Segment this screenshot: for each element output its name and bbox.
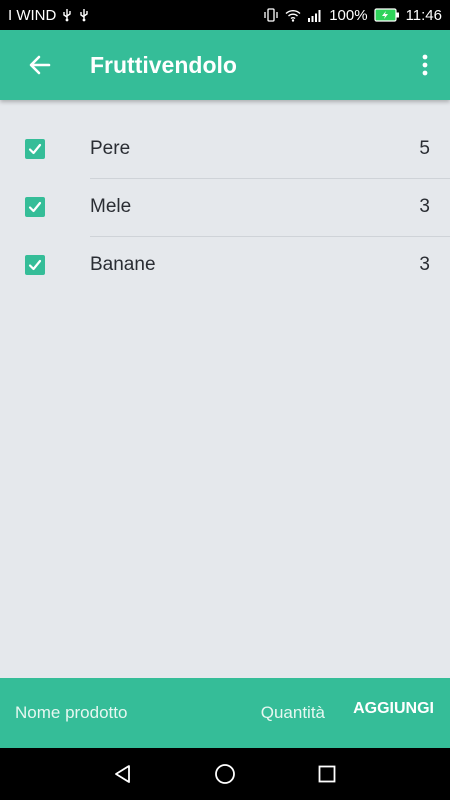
item-name: Pere	[90, 138, 131, 159]
battery-charging-icon	[373, 8, 399, 22]
battery-percent: 100%	[329, 6, 368, 24]
item-checkbox[interactable]	[25, 139, 45, 159]
usb-icon	[63, 9, 72, 22]
status-left: I WIND	[8, 7, 90, 24]
page-title: Fruttivendolo	[90, 51, 237, 78]
item-quantity: 3	[419, 196, 430, 217]
app-bar: Fruttivendolo	[0, 30, 450, 100]
vibrate-icon	[264, 8, 278, 22]
add-button[interactable]: AGGIUNGI	[353, 700, 434, 718]
check-icon	[28, 143, 42, 155]
more-vertical-icon	[422, 54, 428, 76]
item-name: Mele	[90, 196, 132, 217]
check-icon	[28, 259, 42, 271]
square-recents-icon	[318, 765, 336, 783]
carrier-label: I WIND	[8, 6, 57, 24]
list-item[interactable]: Banane 3	[0, 236, 450, 294]
back-button[interactable]	[0, 30, 80, 100]
product-list: Pere 5 Mele 3 Banane 3	[0, 120, 450, 294]
item-checkbox[interactable]	[25, 255, 45, 275]
product-name-input[interactable]	[15, 700, 235, 726]
item-name: Banane	[90, 254, 156, 275]
signal-icon	[308, 9, 321, 22]
item-quantity: 5	[419, 138, 430, 159]
clock: 11:46	[405, 6, 442, 24]
nav-home-button[interactable]	[213, 762, 237, 786]
wifi-icon	[285, 9, 301, 22]
system-nav-bar	[0, 748, 450, 800]
check-icon	[28, 201, 42, 213]
nav-back-button[interactable]	[111, 762, 135, 786]
item-quantity: 3	[419, 254, 430, 275]
status-bar: I WIND 100% 11:46	[0, 0, 450, 30]
nav-recents-button[interactable]	[315, 762, 339, 786]
more-options-button[interactable]	[400, 30, 450, 100]
status-right: 100% 11:46	[263, 7, 442, 24]
add-product-bar: AGGIUNGI	[0, 678, 450, 748]
list-item[interactable]: Pere 5	[0, 120, 450, 178]
quantity-input[interactable]	[250, 700, 325, 726]
triangle-back-icon	[115, 765, 130, 783]
item-checkbox[interactable]	[25, 197, 45, 217]
circle-home-icon	[215, 764, 235, 784]
usb-icon	[80, 9, 89, 22]
arrow-left-icon	[29, 55, 51, 75]
list-item[interactable]: Mele 3	[0, 178, 450, 236]
